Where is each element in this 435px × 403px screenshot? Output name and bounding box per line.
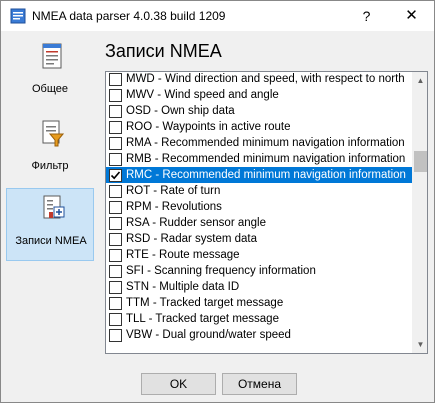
dialog-window: NMEA data parser 4.0.38 build 1209 ? ✕ О…	[0, 0, 435, 403]
cancel-button[interactable]: Отмена	[222, 373, 297, 395]
sidebar-item-general[interactable]: Общее	[6, 37, 94, 107]
list-item-label: TLL - Tracked target message	[126, 313, 279, 325]
list-item-label: RMC - Recommended minimum navigation inf…	[126, 169, 406, 181]
scroll-thumb[interactable]	[414, 151, 427, 172]
sidebar: Общее Фильтр Записи NMEA	[4, 33, 96, 366]
help-button[interactable]: ?	[344, 1, 389, 31]
list-item[interactable]: RSA - Rudder sensor angle	[106, 215, 413, 231]
list-item-label: RTE - Route message	[126, 249, 240, 261]
sidebar-item-label: Записи NMEA	[15, 235, 87, 247]
list-item-label: STN - Multiple data ID	[126, 281, 240, 293]
sidebar-item-filter[interactable]: Фильтр	[6, 114, 94, 184]
close-button[interactable]: ✕	[389, 1, 434, 31]
list-item-label: RPM - Revolutions	[126, 201, 222, 213]
list-item[interactable]: STN - Multiple data ID	[106, 279, 413, 295]
title-bar: NMEA data parser 4.0.38 build 1209 ? ✕	[1, 1, 434, 31]
checkmark-icon	[110, 171, 121, 180]
list-item[interactable]: ROO - Waypoints in active route	[106, 119, 413, 135]
list-item[interactable]: RTE - Route message	[106, 247, 413, 263]
records-icon	[43, 195, 65, 219]
checkbox[interactable]	[109, 89, 122, 102]
checkbox[interactable]	[109, 233, 122, 246]
checkbox[interactable]	[109, 73, 122, 86]
list-item[interactable]: RMC - Recommended minimum navigation inf…	[106, 167, 413, 183]
vertical-scrollbar[interactable]: ▲ ▼	[412, 72, 427, 353]
checkbox[interactable]	[109, 169, 122, 182]
checkbox[interactable]	[109, 265, 122, 278]
list-item[interactable]: TTM - Tracked target message	[106, 295, 413, 311]
list-item-label: VBW - Dual ground/water speed	[126, 329, 291, 341]
list-item-label: RMB - Recommended minimum navigation inf…	[126, 153, 406, 165]
checkbox[interactable]	[109, 217, 122, 230]
checkbox[interactable]	[109, 105, 122, 118]
app-icon	[10, 8, 26, 24]
checkbox[interactable]	[109, 313, 122, 326]
checkbox[interactable]	[109, 201, 122, 214]
window-title: NMEA data parser 4.0.38 build 1209	[32, 9, 226, 23]
list-rows: MWD - Wind direction and speed, with res…	[106, 72, 413, 343]
checkbox[interactable]	[109, 297, 122, 310]
list-item[interactable]: OSD - Own ship data	[106, 103, 413, 119]
list-item-label: RMA - Recommended minimum navigation inf…	[126, 137, 405, 149]
list-item[interactable]: TLL - Tracked target message	[106, 311, 413, 327]
sidebar-item-nmea-records[interactable]: Записи NMEA	[6, 188, 94, 261]
ok-button[interactable]: OK	[141, 373, 216, 395]
list-item-label: RSA - Rudder sensor angle	[126, 217, 266, 229]
list-item[interactable]: RPM - Revolutions	[106, 199, 413, 215]
scroll-down-icon[interactable]: ▼	[412, 336, 427, 353]
list-item[interactable]: MWV - Wind speed and angle	[106, 87, 413, 103]
nmea-records-list[interactable]: MWD - Wind direction and speed, with res…	[105, 71, 428, 354]
list-item[interactable]: ROT - Rate of turn	[106, 183, 413, 199]
list-item-label: SFI - Scanning frequency information	[126, 265, 316, 277]
list-item[interactable]: RMA - Recommended minimum navigation inf…	[106, 135, 413, 151]
checkbox[interactable]	[109, 329, 122, 342]
dialog-footer: OK Отмена	[1, 367, 434, 402]
list-item-label: ROT - Rate of turn	[126, 185, 221, 197]
filter-icon	[42, 120, 64, 147]
list-item[interactable]: RMB - Recommended minimum navigation inf…	[106, 151, 413, 167]
scroll-up-icon[interactable]: ▲	[412, 72, 427, 89]
checkbox[interactable]	[109, 153, 122, 166]
sidebar-item-label: Общее	[31, 83, 69, 95]
checkbox[interactable]	[109, 121, 122, 134]
list-item-label: ROO - Waypoints in active route	[126, 121, 291, 133]
checkbox[interactable]	[109, 249, 122, 262]
list-item[interactable]: RSD - Radar system data	[106, 231, 413, 247]
list-item-label: RSD - Radar system data	[126, 233, 258, 245]
checkbox[interactable]	[109, 137, 122, 150]
list-item-label: MWV - Wind speed and angle	[126, 89, 279, 101]
list-item-label: MWD - Wind direction and speed, with res…	[126, 73, 405, 85]
list-item-label: TTM - Tracked target message	[126, 297, 284, 309]
list-item[interactable]: VBW - Dual ground/water speed	[106, 327, 413, 343]
list-item[interactable]: SFI - Scanning frequency information	[106, 263, 413, 279]
list-item-label: OSD - Own ship data	[126, 105, 235, 117]
list-item[interactable]: MWD - Wind direction and speed, with res…	[106, 72, 413, 87]
page-title: Записи NMEA	[105, 41, 222, 61]
document-icon	[42, 43, 62, 69]
checkbox[interactable]	[109, 281, 122, 294]
sidebar-item-label: Фильтр	[31, 160, 69, 172]
checkbox[interactable]	[109, 185, 122, 198]
